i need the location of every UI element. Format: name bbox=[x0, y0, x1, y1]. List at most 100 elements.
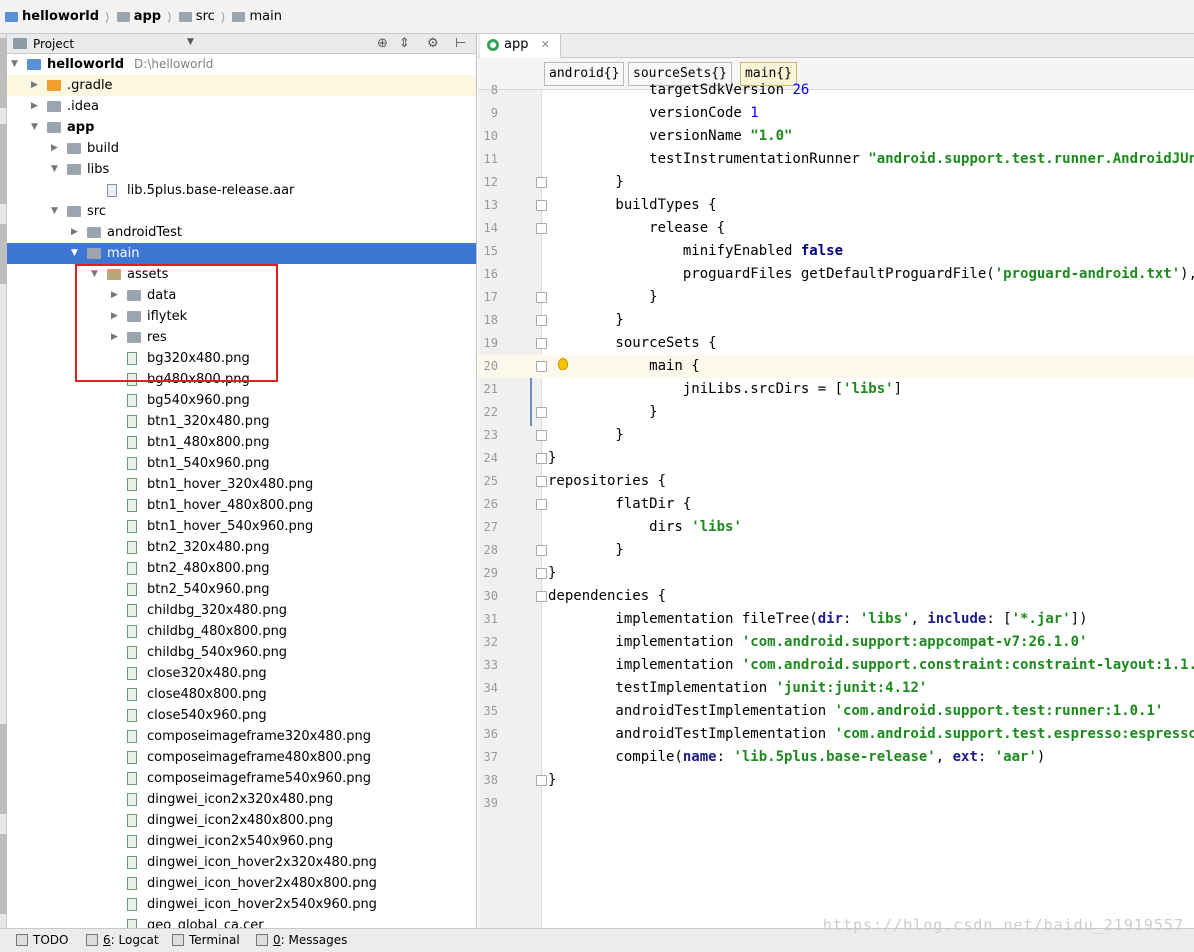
expand-right-icon[interactable]: ▶ bbox=[31, 96, 38, 117]
code-line[interactable]: 36 androidTestImplementation 'com.androi… bbox=[478, 723, 1194, 746]
tree-row[interactable]: childbg_320x480.png bbox=[7, 600, 476, 621]
code-line[interactable]: 35 androidTestImplementation 'com.androi… bbox=[478, 700, 1194, 723]
expand-down-icon[interactable]: ▼ bbox=[51, 159, 58, 180]
tree-row[interactable]: dingwei_icon_hover2x320x480.png bbox=[7, 852, 476, 873]
locate-icon[interactable]: ⊕ bbox=[377, 36, 388, 51]
code-line[interactable]: 37 compile(name: 'lib.5plus.base-release… bbox=[478, 746, 1194, 769]
project-tool-button[interactable] bbox=[0, 38, 7, 108]
fold-marker-icon[interactable] bbox=[536, 545, 547, 556]
tree-row[interactable]: btn1_hover_540x960.png bbox=[7, 516, 476, 537]
captures-tool-button[interactable] bbox=[0, 224, 7, 284]
fold-marker-icon[interactable] bbox=[536, 499, 547, 510]
fold-marker-icon[interactable] bbox=[536, 591, 547, 602]
code-line[interactable]: 13 buildTypes { bbox=[478, 194, 1194, 217]
tree-row[interactable]: ▼ assets bbox=[7, 264, 476, 285]
breadcrumb-item[interactable]: src ⟩ bbox=[176, 0, 230, 34]
tree-row[interactable]: ▶ androidTest bbox=[7, 222, 476, 243]
expand-right-icon[interactable]: ▶ bbox=[111, 285, 118, 306]
fold-marker-icon[interactable] bbox=[536, 407, 547, 418]
expand-down-icon[interactable]: ▼ bbox=[91, 264, 98, 285]
tree-row[interactable]: ▶ iflytek bbox=[7, 306, 476, 327]
code-line[interactable]: 19 sourceSets { bbox=[478, 332, 1194, 355]
tree-row[interactable]: ▼ app bbox=[7, 117, 476, 138]
tree-row[interactable]: bg480x800.png bbox=[7, 369, 476, 390]
tree-row[interactable]: dingwei_icon_hover2x480x800.png bbox=[7, 873, 476, 894]
tree-row[interactable]: composeimageframe320x480.png bbox=[7, 726, 476, 747]
tree-row[interactable]: btn2_320x480.png bbox=[7, 537, 476, 558]
favorites-tool-button[interactable] bbox=[0, 834, 7, 914]
fold-marker-icon[interactable] bbox=[536, 453, 547, 464]
tree-row[interactable]: btn1_540x960.png bbox=[7, 453, 476, 474]
breadcrumb-item[interactable]: app ⟩ bbox=[114, 0, 176, 34]
tree-row[interactable]: btn2_540x960.png bbox=[7, 579, 476, 600]
gear-icon[interactable]: ⚙ bbox=[427, 36, 439, 51]
tree-row[interactable]: close320x480.png bbox=[7, 663, 476, 684]
fold-marker-icon[interactable] bbox=[536, 223, 547, 234]
tree-row[interactable]: ▶ build bbox=[7, 138, 476, 159]
tree-row[interactable]: childbg_480x800.png bbox=[7, 621, 476, 642]
bottom-tool-messages[interactable]: 0: Messages bbox=[256, 933, 347, 947]
project-view-selector[interactable]: Project bbox=[33, 37, 74, 51]
fold-marker-icon[interactable] bbox=[536, 476, 547, 487]
tree-row[interactable]: ▶ res bbox=[7, 327, 476, 348]
tree-row[interactable]: btn2_480x800.png bbox=[7, 558, 476, 579]
chevron-down-icon[interactable]: ▼ bbox=[187, 37, 194, 47]
tree-row[interactable]: ▼ src bbox=[7, 201, 476, 222]
code-line[interactable]: 29} bbox=[478, 562, 1194, 585]
tree-row[interactable]: ▶ .idea bbox=[7, 96, 476, 117]
expand-down-icon[interactable]: ▼ bbox=[31, 117, 38, 138]
code-line[interactable]: 22 } bbox=[478, 401, 1194, 424]
structure-tool-button[interactable] bbox=[0, 124, 7, 204]
tree-row[interactable]: ▶ .gradle bbox=[7, 75, 476, 96]
fold-marker-icon[interactable] bbox=[536, 338, 547, 349]
code-line[interactable]: 17 } bbox=[478, 286, 1194, 309]
tree-row[interactable]: btn1_480x800.png bbox=[7, 432, 476, 453]
collapse-all-icon[interactable]: ⇕ bbox=[399, 36, 410, 51]
expand-down-icon[interactable]: ▼ bbox=[51, 201, 58, 222]
tree-row[interactable]: dingwei_icon_hover2x540x960.png bbox=[7, 894, 476, 915]
tree-row[interactable]: close540x960.png bbox=[7, 705, 476, 726]
code-line[interactable]: 16 proguardFiles getDefaultProguardFile(… bbox=[478, 263, 1194, 286]
expand-down-icon[interactable]: ▼ bbox=[71, 243, 78, 264]
code-line[interactable]: 39 bbox=[478, 792, 1194, 815]
code-line[interactable]: 38} bbox=[478, 769, 1194, 792]
code-line[interactable]: 8 targetSdkVersion 26 bbox=[478, 79, 1194, 102]
bottom-tool-logcat[interactable]: 6: Logcat bbox=[86, 933, 159, 947]
left-tool-strip[interactable] bbox=[0, 34, 7, 928]
code-line[interactable]: 32 implementation 'com.android.support:a… bbox=[478, 631, 1194, 654]
fold-marker-icon[interactable] bbox=[536, 430, 547, 441]
tree-row[interactable]: bg540x960.png bbox=[7, 390, 476, 411]
fold-marker-icon[interactable] bbox=[536, 177, 547, 188]
code-area[interactable]: 8 targetSdkVersion 26 9 versionCode 1 10 v… bbox=[478, 82, 1194, 928]
code-line[interactable]: 9 versionCode 1 bbox=[478, 102, 1194, 125]
code-line[interactable]: 27 dirs 'libs' bbox=[478, 516, 1194, 539]
code-line[interactable]: 20 main { bbox=[478, 355, 1194, 378]
tree-row[interactable]: btn1_hover_320x480.png bbox=[7, 474, 476, 495]
tree-row[interactable]: lib.5plus.base-release.aar bbox=[7, 180, 476, 201]
fold-marker-icon[interactable] bbox=[536, 292, 547, 303]
expand-right-icon[interactable]: ▶ bbox=[71, 222, 78, 243]
code-line[interactable]: 30 dependencies { bbox=[478, 585, 1194, 608]
tree-row[interactable]: bg320x480.png bbox=[7, 348, 476, 369]
code-line[interactable]: 31 implementation fileTree(dir: 'libs', … bbox=[478, 608, 1194, 631]
expand-right-icon[interactable]: ▶ bbox=[111, 306, 118, 327]
tree-row[interactable]: ▶ data bbox=[7, 285, 476, 306]
tree-row[interactable]: dingwei_icon2x540x960.png bbox=[7, 831, 476, 852]
code-line[interactable]: 33 implementation 'com.android.support.c… bbox=[478, 654, 1194, 677]
breadcrumb-item[interactable]: main bbox=[229, 0, 285, 34]
fold-marker-icon[interactable] bbox=[536, 315, 547, 326]
close-icon[interactable]: ✕ bbox=[541, 38, 550, 51]
hide-panel-icon[interactable]: ⊢ bbox=[455, 36, 466, 51]
tree-row[interactable]: dingwei_icon2x480x800.png bbox=[7, 810, 476, 831]
tree-row[interactable]: dingwei_icon2x320x480.png bbox=[7, 789, 476, 810]
code-line[interactable]: 10 versionName "1.0" bbox=[478, 125, 1194, 148]
code-line[interactable]: 18 } bbox=[478, 309, 1194, 332]
tree-row[interactable]: btn1_hover_480x800.png bbox=[7, 495, 476, 516]
code-line[interactable]: 12 } bbox=[478, 171, 1194, 194]
tree-row[interactable]: close480x800.png bbox=[7, 684, 476, 705]
expand-right-icon[interactable]: ▶ bbox=[51, 138, 58, 159]
breadcrumb-item[interactable]: helloworld ⟩ bbox=[2, 0, 114, 34]
code-line[interactable]: 23 } bbox=[478, 424, 1194, 447]
build-variants-tool-button[interactable] bbox=[0, 724, 7, 814]
bottom-tool-todo[interactable]: TODO bbox=[16, 933, 68, 947]
